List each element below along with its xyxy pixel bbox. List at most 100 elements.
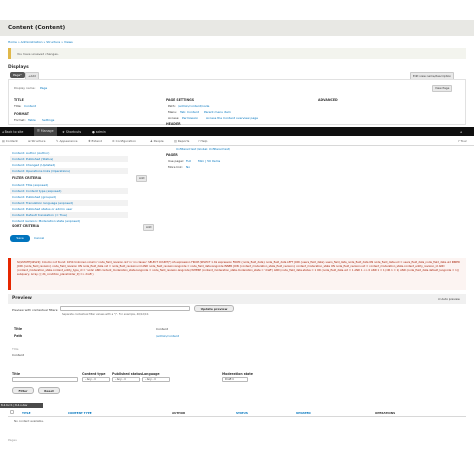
page-settings-heading: PAGE SETTINGS	[166, 98, 195, 102]
pager-label: Pages	[8, 438, 17, 442]
status-message: You have unsaved changes.	[8, 48, 466, 59]
content-type-label: Content type	[82, 372, 106, 376]
more-link-label: More link:	[168, 165, 183, 169]
exposed-title-input[interactable]	[12, 377, 78, 382]
preview-title-value: Content	[156, 327, 168, 331]
select-all-checkbox[interactable]	[10, 410, 14, 414]
display-tab-page[interactable]: Page*	[10, 72, 25, 78]
tray-item-appearance[interactable]: ✎ Appearance	[56, 139, 77, 143]
tray-item-reports[interactable]: ▥ Reports	[174, 139, 189, 143]
tray-item-help[interactable]: ? Help	[198, 139, 207, 143]
cancel-link[interactable]: Cancel	[34, 236, 44, 240]
tray-item-content[interactable]: ▤ Content	[2, 139, 18, 143]
format-settings-link[interactable]: Settings	[42, 118, 54, 122]
tray-item-label: Configuration	[115, 139, 137, 143]
table-empty-text: No content available.	[14, 419, 44, 423]
tray-item-label: People	[153, 139, 164, 143]
tray-item-label: Reports	[177, 139, 190, 143]
preview-path-value[interactable]: /admin/content	[156, 334, 179, 338]
tray-item-people[interactable]: ♟ People	[150, 139, 164, 143]
column-header-title[interactable]: TITLE	[22, 411, 31, 415]
sort-add-button[interactable]: Add	[143, 224, 155, 231]
save-button[interactable]: Save	[10, 235, 30, 242]
moderation-state-value: Draft	[225, 378, 232, 381]
tray-item-structure[interactable]: ⊞ Structure	[28, 139, 45, 143]
back-to-site-label: Back to site	[4, 129, 24, 134]
title-value[interactable]: Content	[24, 104, 36, 108]
auto-preview-checkbox[interactable]: ☑ Auto preview	[438, 297, 460, 301]
use-pager-label: Use pager:	[168, 159, 185, 163]
field-row[interactable]: Content: Operations links (Operations)	[10, 168, 128, 174]
contextual-filters-label: Preview with contextual filters:	[12, 308, 59, 312]
pager-heading: PAGER	[166, 153, 178, 157]
shortcuts-tab[interactable]: ★ Shortcuts	[62, 130, 81, 134]
use-pager-detail[interactable]: Mini | 50 items	[198, 159, 220, 163]
view-page-button[interactable]: View Page	[432, 85, 453, 92]
moderation-state-select[interactable]: Draft ▾	[222, 377, 248, 382]
language-value: - Any -	[145, 378, 154, 381]
language-select[interactable]: - Any - ▾	[142, 377, 170, 382]
admin-toolbar: ◂ Back to site ☰ Manage ★ Shortcuts ● ad…	[0, 127, 474, 136]
tour-label: Tour	[460, 139, 467, 143]
footer-unfiltered-text[interactable]: Unfiltered text (Global: Unfiltered text…	[176, 147, 230, 151]
preview-path-label: Path	[14, 334, 23, 338]
column-header-updated[interactable]: UPDATED	[296, 411, 311, 415]
format-value[interactable]: Table	[28, 118, 36, 122]
published-status-label: Published status	[112, 372, 143, 376]
menu-parent-link[interactable]: Parent menu item	[204, 110, 231, 114]
display-name-value[interactable]: Page	[40, 86, 47, 90]
access-detail[interactable]: Access the Content overview page	[206, 116, 258, 120]
menu-label: Menu:	[168, 110, 178, 114]
preview-heading: Preview	[12, 296, 32, 301]
access-value[interactable]: Permission	[182, 116, 198, 120]
language-label: Language	[142, 372, 160, 376]
version-tag: 8.4.0-rc1 | 8.4.x-dev	[0, 403, 43, 408]
update-preview-button[interactable]: Update preview	[194, 305, 234, 312]
user-tab[interactable]: ● admin	[92, 130, 106, 134]
chevron-down-icon: ▾	[94, 378, 96, 381]
error-message-text: SQLSTATE[42S22]: Column not found: 1054 …	[17, 261, 460, 276]
error-message: SQLSTATE[42S22]: Column not found: 1054 …	[8, 258, 466, 290]
filter-criteria-heading: FILTER CRITERIA	[12, 176, 42, 180]
published-status-select[interactable]: - Any - ▾	[112, 377, 140, 382]
orientation-toggle-icon[interactable]: ◂	[460, 130, 462, 134]
header-heading: HEADER	[166, 122, 181, 126]
reset-button[interactable]: Reset	[38, 387, 60, 394]
manage-tab[interactable]: ☰ Manage	[34, 127, 57, 136]
tray-item-extend[interactable]: ✚ Extend	[88, 139, 102, 143]
breadcrumb[interactable]: Home » Administration » Structure » View…	[8, 40, 73, 44]
tour-button[interactable]: ? Tour	[458, 139, 467, 143]
displays-heading: Displays	[8, 65, 29, 70]
column-header-status[interactable]: STATUS	[236, 411, 248, 415]
use-pager-value[interactable]: Full	[186, 159, 191, 163]
manage-label: Manage	[40, 129, 54, 133]
tray-item-label: Extend	[91, 139, 102, 143]
tray-item-label: Appearance	[59, 139, 78, 143]
back-to-site-link[interactable]: ◂ Back to site	[2, 130, 23, 134]
filter-button[interactable]: Filter	[12, 387, 34, 394]
contextual-filters-help: Separate contextual filter values with a…	[62, 313, 150, 316]
content-table-header: TITLE CONTENT TYPE AUTHOR STATUS UPDATED…	[8, 409, 466, 417]
column-header-operations: OPERATIONS	[375, 410, 396, 415]
menu-value[interactable]: Tab: Content	[180, 110, 199, 114]
path-value[interactable]: /admin/content/node	[178, 104, 209, 108]
shortcuts-label: Shortcuts	[65, 129, 82, 134]
display-name-label: Display name:	[14, 86, 36, 90]
preview-title-label: Title	[14, 327, 23, 331]
title-label: Title:	[14, 104, 22, 108]
tray-item-configuration[interactable]: ⚙ Configuration	[112, 139, 136, 143]
filter-add-button[interactable]: Add	[136, 175, 148, 182]
page-title: Content (Content)	[8, 25, 66, 31]
moderation-state-label: Moderation state	[222, 372, 253, 376]
access-label: Access:	[168, 116, 180, 120]
tray-item-label: Structure	[31, 139, 46, 143]
published-status-value: - Any -	[115, 378, 124, 381]
chevron-down-icon: ▾	[154, 378, 156, 381]
contextual-filters-input[interactable]	[60, 306, 190, 311]
advanced-heading[interactable]: ADVANCED	[318, 98, 338, 102]
content-type-select[interactable]: - Any - ▾	[82, 377, 110, 382]
more-link-value[interactable]: No	[186, 165, 190, 169]
column-header-content-type[interactable]: CONTENT TYPE	[68, 411, 92, 415]
format-section-heading: FORMAT	[14, 112, 29, 116]
auto-preview-label: Auto preview	[441, 297, 460, 301]
